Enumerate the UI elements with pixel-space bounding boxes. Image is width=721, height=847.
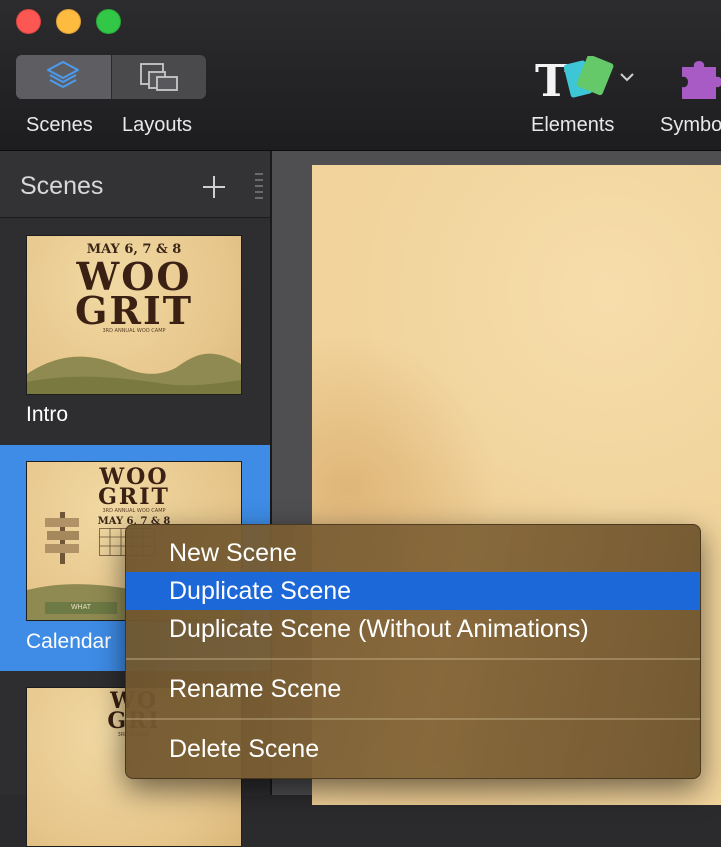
menu-item-duplicate-scene-without-animations[interactable]: Duplicate Scene (Without Animations): [126, 610, 700, 648]
menu-separator: [126, 718, 700, 720]
poster-title-line2: GRIT: [74, 288, 194, 333]
chevron-down-icon[interactable]: [618, 70, 636, 84]
layers-icon: [47, 61, 80, 88]
scene-label: Intro: [26, 403, 69, 426]
window-zoom-button[interactable]: [96, 9, 121, 34]
layouts-toolbar-label: Layouts: [122, 114, 193, 136]
puzzle-piece-icon[interactable]: [680, 55, 721, 101]
hills-illustration: [27, 353, 241, 394]
menu-separator: [126, 658, 700, 660]
elements-icon[interactable]: T: [533, 56, 615, 102]
scene-context-menu: New Scene Duplicate Scene Duplicate Scen…: [125, 524, 701, 779]
menu-item-new-scene[interactable]: New Scene: [126, 534, 700, 572]
sidebar-header: Scenes: [0, 151, 270, 218]
symbols-toolbar-label: Symbo: [660, 114, 721, 136]
toolbar: Scenes Layouts T Elements Symbo: [0, 0, 721, 151]
scenes-toolbar-label: Scenes: [26, 114, 93, 136]
grip-icon[interactable]: [254, 171, 264, 201]
sidebar-title: Scenes: [20, 172, 104, 200]
svg-text:T: T: [535, 56, 568, 102]
menu-item-duplicate-scene[interactable]: Duplicate Scene: [126, 572, 700, 610]
elements-toolbar-label: Elements: [531, 114, 615, 136]
window-minimize-button[interactable]: [56, 9, 81, 34]
menu-item-delete-scene[interactable]: Delete Scene: [126, 730, 700, 768]
plus-icon[interactable]: [201, 174, 227, 200]
layouts-icon: [139, 63, 178, 91]
poster-title-line2: GRIT: [98, 484, 170, 510]
poster-banner: WHAT: [45, 602, 117, 614]
scene-item-intro[interactable]: MAY 6, 7 & 8 WOO GRIT 3RD ANNUAL WOO CAM…: [0, 218, 270, 445]
scene-thumbnail[interactable]: MAY 6, 7 & 8 WOO GRIT 3RD ANNUAL WOO CAM…: [26, 235, 242, 395]
menu-item-rename-scene[interactable]: Rename Scene: [126, 670, 700, 708]
signpost-illustration: [45, 512, 79, 564]
scene-label: Calendar: [26, 630, 112, 653]
scenes-toggle-button[interactable]: [16, 55, 111, 99]
window-close-button[interactable]: [16, 9, 41, 34]
view-segmented-control: [16, 55, 206, 99]
layouts-toggle-button[interactable]: [110, 55, 207, 99]
